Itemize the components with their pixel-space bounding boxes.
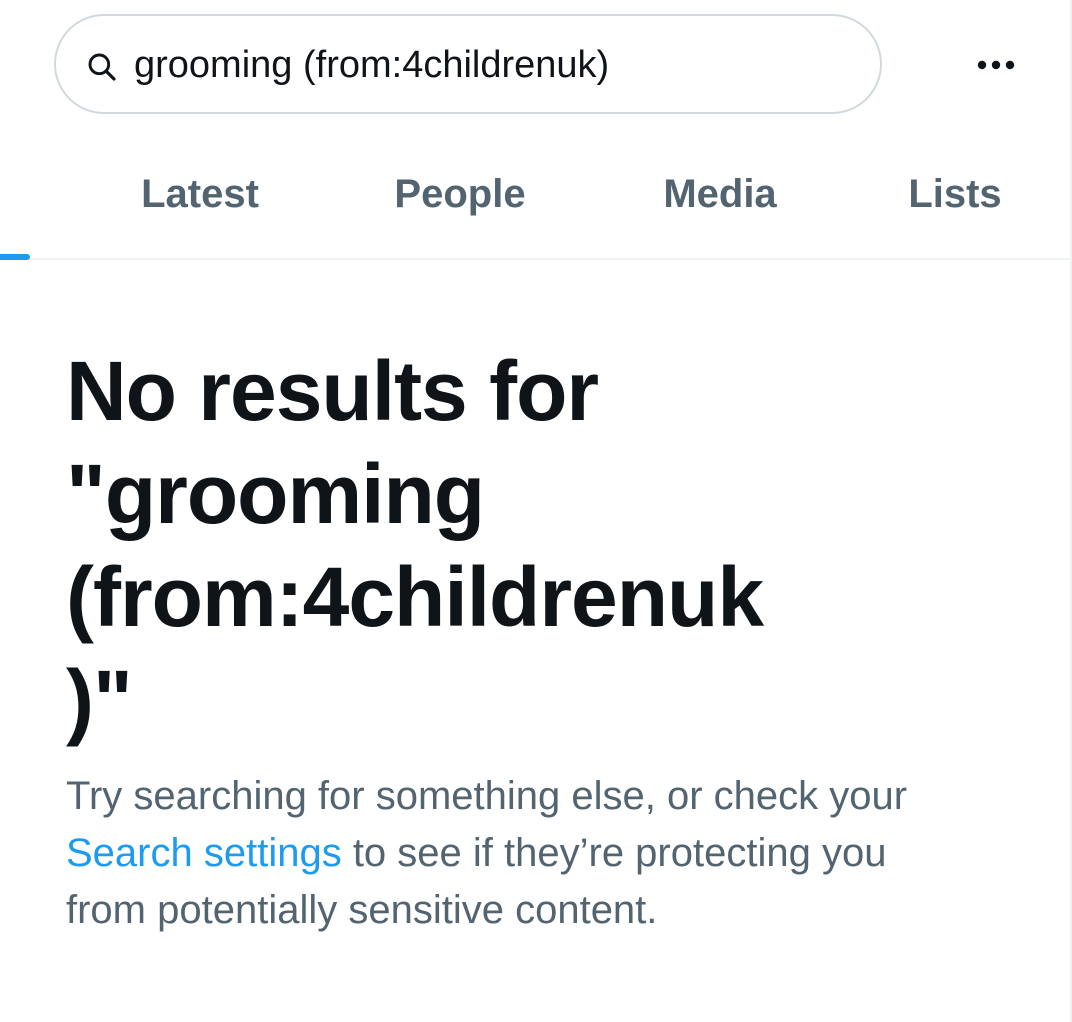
- no-results-title-line: "grooming: [66, 447, 485, 541]
- tab-people-label: People: [394, 171, 526, 216]
- no-results-title-line: )": [66, 653, 133, 747]
- no-results-title-line: (from:4childrenuk: [66, 550, 764, 644]
- tab-lists-label: Lists: [908, 171, 1002, 216]
- search-bar[interactable]: [54, 14, 882, 114]
- search-icon: [88, 53, 116, 81]
- no-results-message-text: Try searching for something else, or che…: [66, 774, 908, 818]
- search-settings-link[interactable]: Search settings: [66, 831, 342, 875]
- tab-media-label: Media: [663, 171, 777, 216]
- search-input[interactable]: [134, 38, 854, 92]
- tab-latest-label: Latest: [141, 171, 259, 216]
- no-results-title: No results for "grooming (from:4children…: [66, 340, 946, 752]
- tab-media[interactable]: Media: [630, 130, 810, 258]
- tab-lists[interactable]: Lists: [880, 130, 1030, 258]
- tab-latest[interactable]: Latest: [110, 130, 290, 258]
- more-options-button[interactable]: [966, 40, 1026, 90]
- tab-top[interactable]: p: [0, 130, 30, 258]
- selected-tab-indicator: [0, 254, 30, 260]
- more-horizontal-icon: [977, 60, 1015, 70]
- tab-people[interactable]: People: [370, 130, 550, 258]
- no-results-message: Try searching for something else, or che…: [66, 768, 926, 939]
- no-results-title-line: No results for: [66, 344, 599, 438]
- search-tabs: p Latest People Media Lists: [0, 130, 1070, 260]
